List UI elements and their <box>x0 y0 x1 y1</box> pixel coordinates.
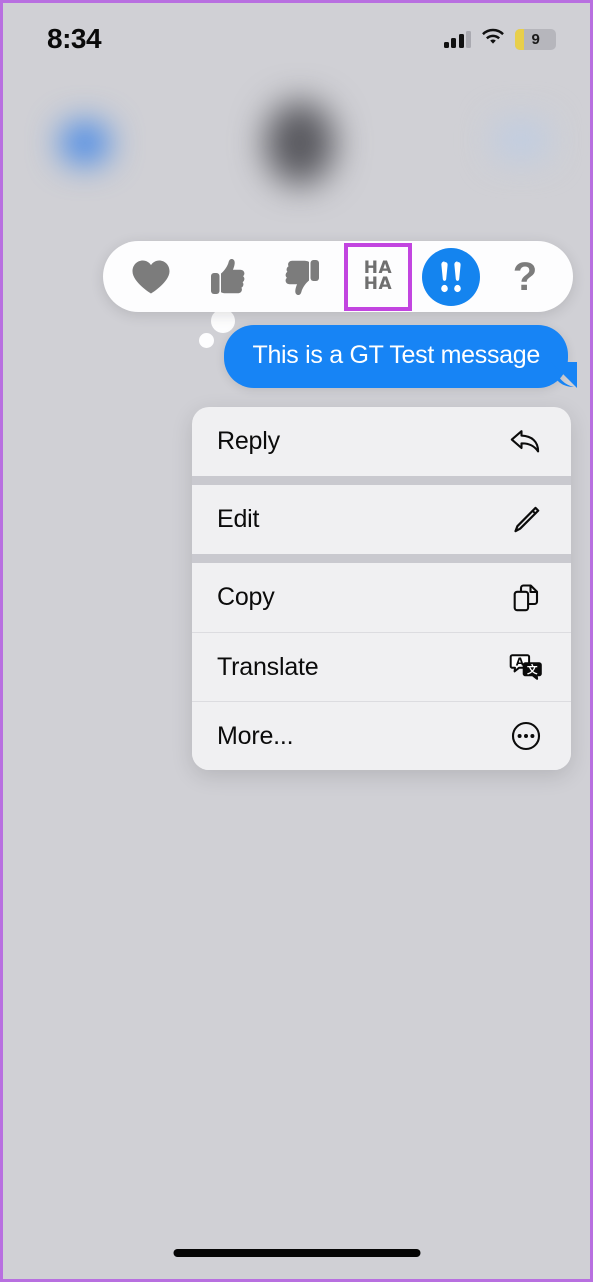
translate-icon: A 文 <box>508 649 544 685</box>
menu-item-more[interactable]: More... <box>192 701 571 770</box>
home-indicator[interactable] <box>173 1249 420 1257</box>
question-glyph: ? <box>512 254 538 299</box>
message-context-menu: Reply Edit Copy Translate A 文 More... <box>192 407 571 770</box>
haha-line-2: HA <box>363 273 393 294</box>
message-bubble-outgoing[interactable]: This is a GT Test message <box>224 325 574 388</box>
menu-group-3: Copy Translate A 文 More... <box>192 563 571 770</box>
menu-item-more-label: More... <box>217 721 294 750</box>
battery-low-power-icon: 9 <box>515 28 556 50</box>
message-text: This is a GT Test message <box>252 341 540 369</box>
reaction-question-mark-icon[interactable]: ? <box>494 246 556 308</box>
status-bar-indicators: 9 <box>443 28 556 51</box>
contact-avatar[interactable] <box>265 101 335 185</box>
bubble-tail <box>554 362 578 388</box>
menu-item-edit[interactable]: Edit <box>192 485 571 554</box>
reaction-thumbs-down-icon[interactable] <box>272 246 334 308</box>
reaction-haha-label: HA HA <box>363 260 393 294</box>
reaction-thumbs-up-icon[interactable] <box>196 246 258 308</box>
cellular-signal-icon <box>443 30 471 48</box>
menu-item-copy-label: Copy <box>217 583 275 611</box>
menu-group-2: Edit <box>192 485 571 554</box>
iphone-screen: 8:34 9 HA HA ? This is a GT Test message… <box>0 0 593 1282</box>
menu-item-reply[interactable]: Reply <box>192 407 571 476</box>
menu-group-separator-1 <box>192 476 571 485</box>
back-chevron-icon[interactable] <box>61 123 109 163</box>
pencil-icon <box>508 502 544 538</box>
menu-item-reply-label: Reply <box>217 427 280 455</box>
ellipsis-circle-icon <box>508 718 544 754</box>
reaction-haha-icon[interactable]: HA HA <box>344 242 412 311</box>
battery-fill <box>515 28 524 50</box>
svg-text:文: 文 <box>526 663 538 676</box>
message-row: This is a GT Test message <box>3 325 590 388</box>
menu-item-edit-label: Edit <box>217 505 260 533</box>
facetime-button[interactable] <box>494 121 548 159</box>
menu-item-copy[interactable]: Copy <box>192 563 571 632</box>
conversation-nav-bar-blurred <box>3 81 590 221</box>
reply-arrow-icon <box>508 424 544 460</box>
status-bar-time: 8:34 <box>47 23 102 54</box>
reaction-double-exclamation-icon[interactable] <box>422 247 480 306</box>
status-bar: 8:34 9 <box>3 3 590 75</box>
tapback-reaction-bar: HA HA ? <box>103 241 573 312</box>
menu-item-translate-label: Translate <box>217 652 319 681</box>
menu-item-translate[interactable]: Translate A 文 <box>192 632 571 701</box>
reaction-heart-icon[interactable] <box>120 246 182 308</box>
wifi-icon <box>481 28 505 51</box>
menu-group-separator-2 <box>192 554 571 563</box>
copy-documents-icon <box>508 580 544 616</box>
menu-group-1: Reply <box>192 407 571 476</box>
battery-level-text: 9 <box>531 30 540 48</box>
